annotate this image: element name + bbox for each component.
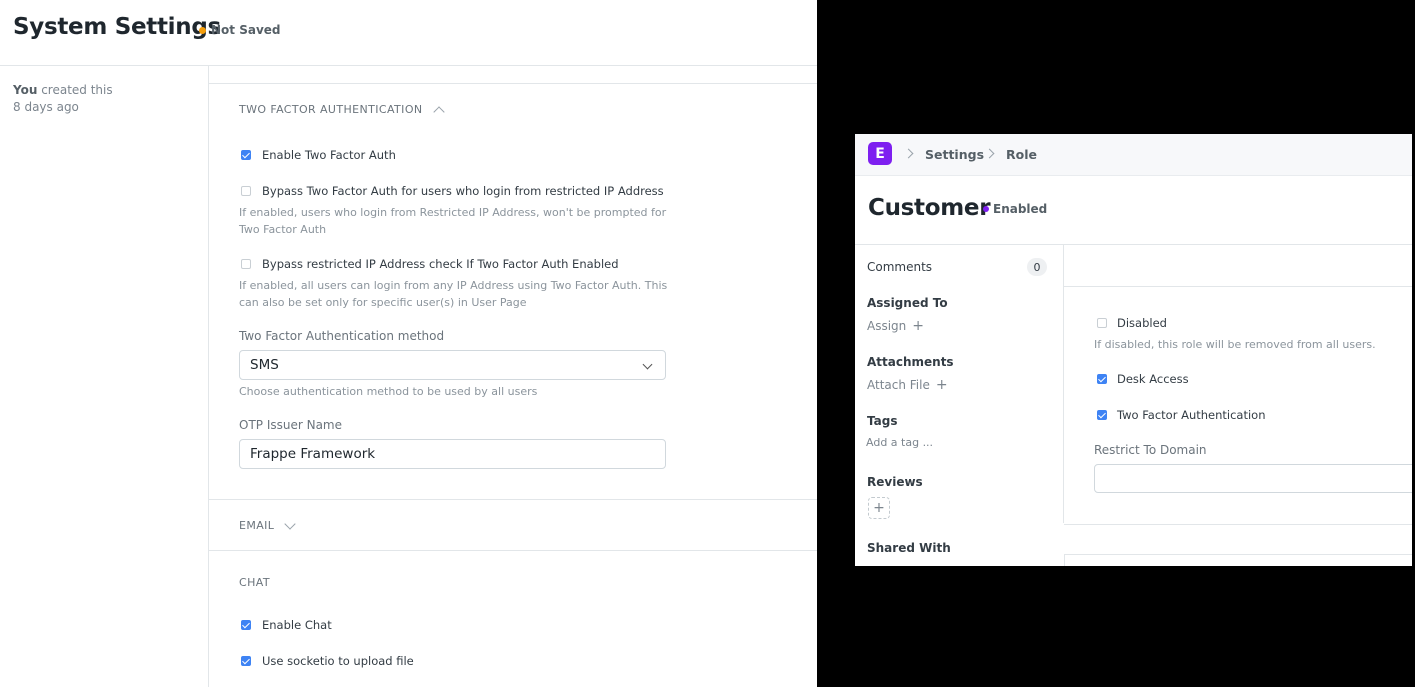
add-tag-link[interactable]: Add a tag ... [866, 436, 933, 449]
disabled-description: If disabled, this role will be removed f… [1094, 338, 1376, 351]
add-review-button[interactable]: + [868, 497, 890, 519]
window-shadow [817, 0, 831, 687]
settings-form: TWO FACTOR AUTHENTICATION Enable Two Fac… [209, 66, 817, 687]
attach-file-label: Attach File [867, 378, 930, 392]
desk-access-label: Desk Access [1117, 372, 1189, 386]
enable-two-factor-label: Enable Two Factor Auth [262, 148, 396, 162]
created-info: You created this 8 days ago [13, 82, 113, 116]
bypass-ip-checkbox[interactable] [241, 259, 251, 269]
system-settings-window: System Settings Not Saved You created th… [0, 0, 817, 687]
section-heading: TWO FACTOR AUTHENTICATION [239, 103, 423, 116]
method-select[interactable]: SMS [239, 350, 666, 380]
two-factor-label: Two Factor Authentication [1117, 408, 1266, 422]
chevron-up-icon [432, 105, 445, 118]
desk-access-checkbox[interactable] [1097, 374, 1107, 384]
breadcrumb-settings[interactable]: Settings [925, 147, 984, 162]
bypass-two-factor-checkbox[interactable] [241, 186, 251, 196]
socketio-upload-checkbox[interactable] [241, 656, 251, 666]
breadcrumb-role[interactable]: Role [1006, 147, 1037, 162]
assigned-to-heading: Assigned To [867, 296, 948, 310]
created-by: You [13, 83, 38, 97]
assign-link[interactable]: Assign + [867, 318, 924, 334]
section-chat-header: CHAT [239, 576, 270, 589]
otp-issuer-input[interactable]: Frappe Framework [239, 439, 666, 469]
divider [209, 550, 817, 551]
enable-chat-label: Enable Chat [262, 618, 332, 632]
role-window: E Settings Role Customer Enabled Comment… [855, 134, 1412, 566]
created-text: created this [41, 83, 113, 97]
divider [209, 83, 817, 84]
section-heading: CHAT [239, 576, 270, 589]
plus-icon: + [935, 377, 948, 393]
comments-count-badge: 0 [1027, 258, 1047, 276]
reviews-heading: Reviews [867, 475, 923, 489]
chevron-right-icon [903, 148, 914, 159]
page-title: System Settings [13, 14, 221, 40]
bypass-two-factor-description: If enabled, users who login from Restric… [239, 206, 667, 236]
divider [1064, 524, 1412, 525]
section-email-header[interactable]: EMAIL [239, 517, 297, 532]
enable-two-factor-checkbox[interactable] [241, 150, 251, 160]
disabled-checkbox[interactable] [1097, 318, 1107, 328]
divider [209, 499, 817, 500]
page-header: System Settings Not Saved [0, 0, 817, 66]
socketio-upload-label: Use socketio to upload file [262, 654, 414, 668]
two-factor-checkbox[interactable] [1097, 410, 1107, 420]
next-section-frame [1064, 554, 1412, 566]
sidebar: You created this 8 days ago [0, 66, 209, 687]
role-form: Disabled If disabled, this role will be … [1063, 245, 1412, 525]
sidebar: Comments 0 Assigned To Assign + Attachme… [855, 245, 1063, 566]
status-indicator: Not Saved [199, 23, 281, 37]
status-dot [983, 206, 989, 212]
otp-issuer-label: OTP Issuer Name [239, 418, 343, 432]
attachments-heading: Attachments [867, 355, 954, 369]
attach-file-link[interactable]: Attach File + [867, 377, 948, 393]
bypass-ip-label: Bypass restricted IP Address check If Tw… [262, 257, 619, 271]
method-select-value: SMS [250, 357, 279, 373]
plus-icon: + [912, 318, 925, 334]
shared-with-heading: Shared With [867, 541, 951, 555]
section-heading: EMAIL [239, 519, 275, 532]
assign-label: Assign [867, 319, 907, 333]
form-tab-bar [1064, 245, 1412, 287]
status-text: Enabled [993, 202, 1048, 216]
bypass-ip-description: If enabled, all users can login from any… [239, 279, 668, 309]
otp-issuer-value: Frappe Framework [250, 446, 376, 462]
status-dot [199, 26, 206, 34]
method-description: Choose authentication method to be used … [239, 385, 538, 398]
method-label: Two Factor Authentication method [239, 329, 445, 343]
chevron-right-icon [984, 148, 995, 159]
created-ago: 8 days ago [13, 100, 79, 114]
chevron-down-icon [642, 359, 653, 370]
section-two-factor-header[interactable]: TWO FACTOR AUTHENTICATION [239, 103, 445, 118]
page-title: Customer [868, 195, 991, 221]
status-text: Not Saved [211, 23, 281, 37]
restrict-domain-input[interactable] [1094, 464, 1412, 493]
status-indicator: Enabled [983, 202, 1047, 216]
enable-chat-checkbox[interactable] [241, 620, 251, 630]
comments-link[interactable]: Comments [867, 260, 932, 274]
navbar: E Settings Role [855, 134, 1412, 176]
tags-heading: Tags [867, 414, 898, 428]
bypass-two-factor-label: Bypass Two Factor Auth for users who log… [262, 184, 664, 198]
app-logo[interactable]: E [868, 142, 892, 165]
restrict-domain-label: Restrict To Domain [1094, 443, 1207, 457]
disabled-label: Disabled [1117, 316, 1167, 330]
chevron-down-icon [284, 517, 297, 530]
